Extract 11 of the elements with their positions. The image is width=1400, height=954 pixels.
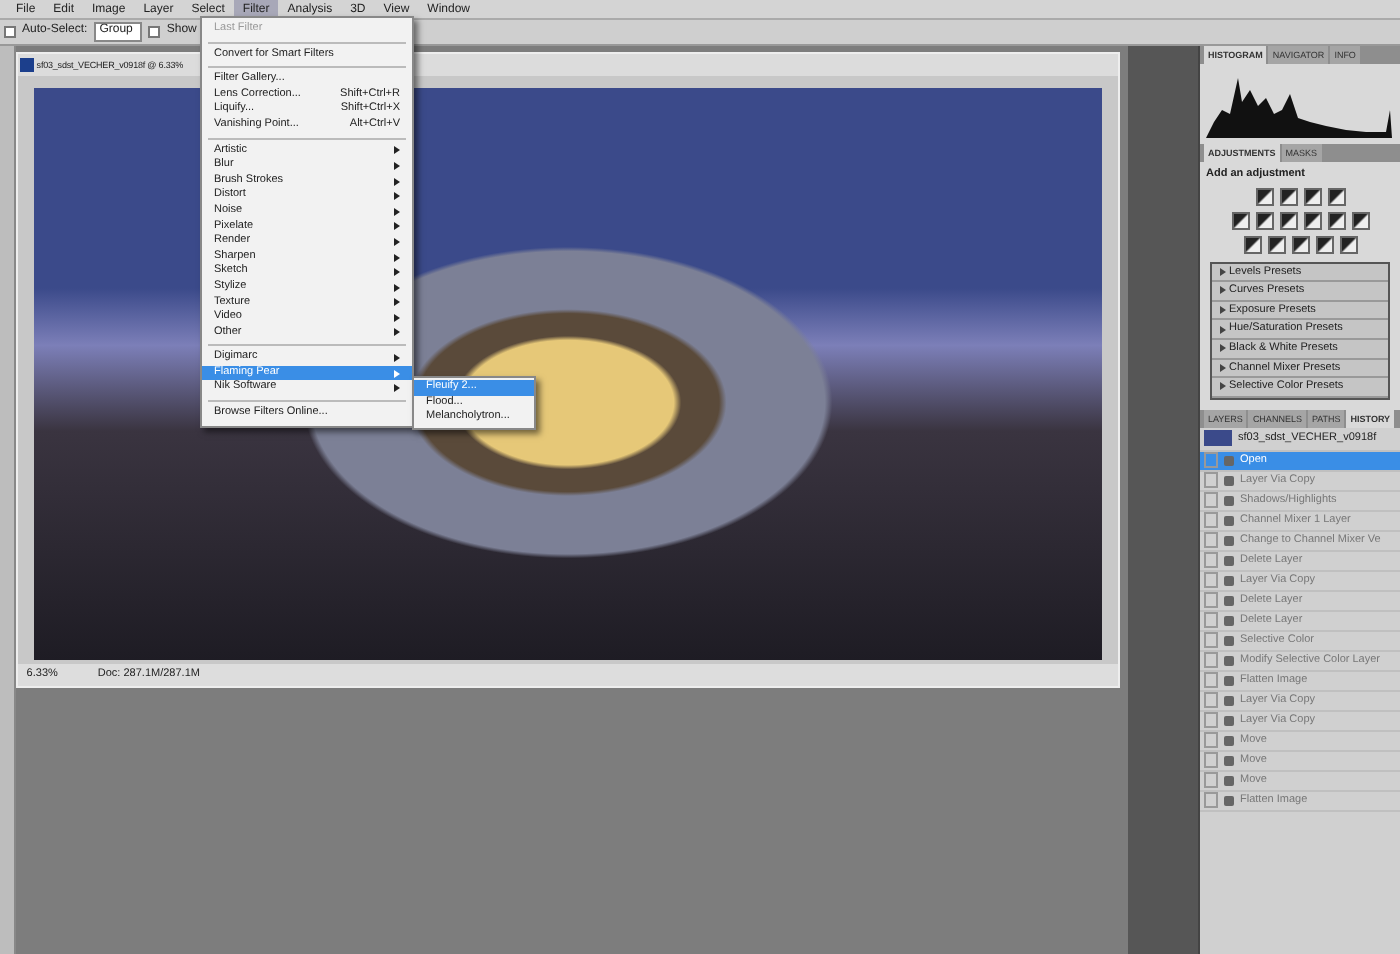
expand-icon	[1220, 363, 1226, 372]
expand-icon	[1220, 325, 1226, 334]
expand-icon	[1220, 306, 1226, 315]
app-icon	[20, 58, 35, 72]
checkbox[interactable]	[4, 26, 16, 38]
expand-icon	[1220, 267, 1226, 276]
expand-icon	[1220, 382, 1226, 391]
snapshot-thumbnail	[1204, 430, 1232, 447]
checkbox[interactable]	[148, 26, 161, 38]
expand-icon	[1220, 344, 1226, 353]
expand-icon	[1220, 286, 1226, 295]
